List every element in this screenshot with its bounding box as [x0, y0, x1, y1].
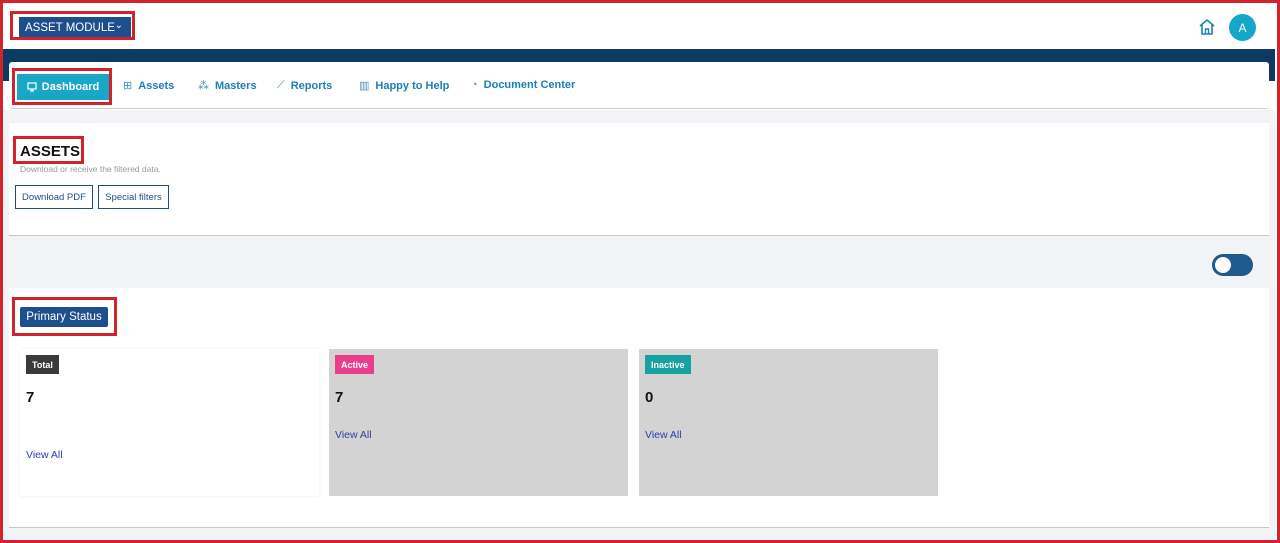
status-tile-inactive: Inactive 0 View All	[639, 349, 938, 496]
toggle-knob	[1215, 257, 1231, 273]
assets-section: ASSETS Download or receive the filtered …	[9, 123, 1269, 236]
tab-reports[interactable]: ⟋ Reports	[277, 79, 332, 92]
status-count: 0	[645, 389, 654, 406]
download-pdf-button[interactable]: Download PDF	[15, 185, 93, 209]
tab-label: Happy to Help	[375, 79, 450, 92]
document-icon: ◔	[471, 79, 478, 91]
tab-label: Reports	[290, 79, 333, 92]
tab-happy-to-help[interactable]: ▥ Happy to Help	[359, 79, 450, 93]
view-toggle[interactable]	[1212, 254, 1253, 276]
tab-label: Dashboard	[41, 81, 100, 93]
special-filters-button[interactable]: Special filters	[98, 185, 169, 209]
page-subtitle: Download or receive the filtered data.	[20, 164, 161, 174]
primary-status-section: Primary Status Total 7 View All Active 7…	[9, 288, 1269, 528]
tab-label: Masters	[215, 79, 257, 92]
tab-dashboard[interactable]: Dashboard	[17, 74, 109, 100]
hierarchy-icon: ⁂	[198, 80, 209, 92]
tab-masters[interactable]: ⁂ Masters	[198, 79, 257, 93]
main-nav: Dashboard ⊞ Assets ⁂ Masters ⟋ Reports ▥…	[9, 62, 1269, 109]
status-tile-active: Active 7 View All	[329, 349, 628, 496]
status-badge: Total	[26, 355, 59, 374]
status-count: 7	[26, 389, 35, 406]
home-icon[interactable]	[1197, 17, 1217, 37]
tab-document-center[interactable]: ◔ Document Center	[471, 79, 575, 91]
status-badge: Inactive	[645, 355, 691, 374]
tab-label: Assets	[138, 79, 175, 92]
chart-icon: ⟋	[277, 79, 285, 91]
top-bar: ASSET MODULE ⌄ A	[3, 3, 1275, 49]
monitor-icon	[27, 82, 37, 92]
tab-assets[interactable]: ⊞ Assets	[123, 79, 175, 93]
status-count: 7	[335, 389, 344, 406]
grid-icon: ⊞	[123, 80, 133, 92]
avatar[interactable]: A	[1229, 14, 1256, 41]
view-all-link[interactable]: View All	[645, 429, 682, 441]
view-all-link[interactable]: View All	[26, 449, 63, 461]
module-selector[interactable]: ASSET MODULE ⌄	[19, 17, 131, 39]
view-all-link[interactable]: View All	[335, 429, 372, 441]
section-title: Primary Status	[20, 307, 108, 327]
module-label: ASSET MODULE	[25, 22, 115, 34]
tab-label: Document Center	[483, 79, 576, 91]
chevron-down-icon: ⌄	[114, 20, 123, 31]
page-title: ASSETS	[20, 143, 81, 160]
book-icon: ▥	[359, 80, 370, 92]
status-badge: Active	[335, 355, 375, 374]
status-tile-total: Total 7 View All	[20, 349, 319, 496]
